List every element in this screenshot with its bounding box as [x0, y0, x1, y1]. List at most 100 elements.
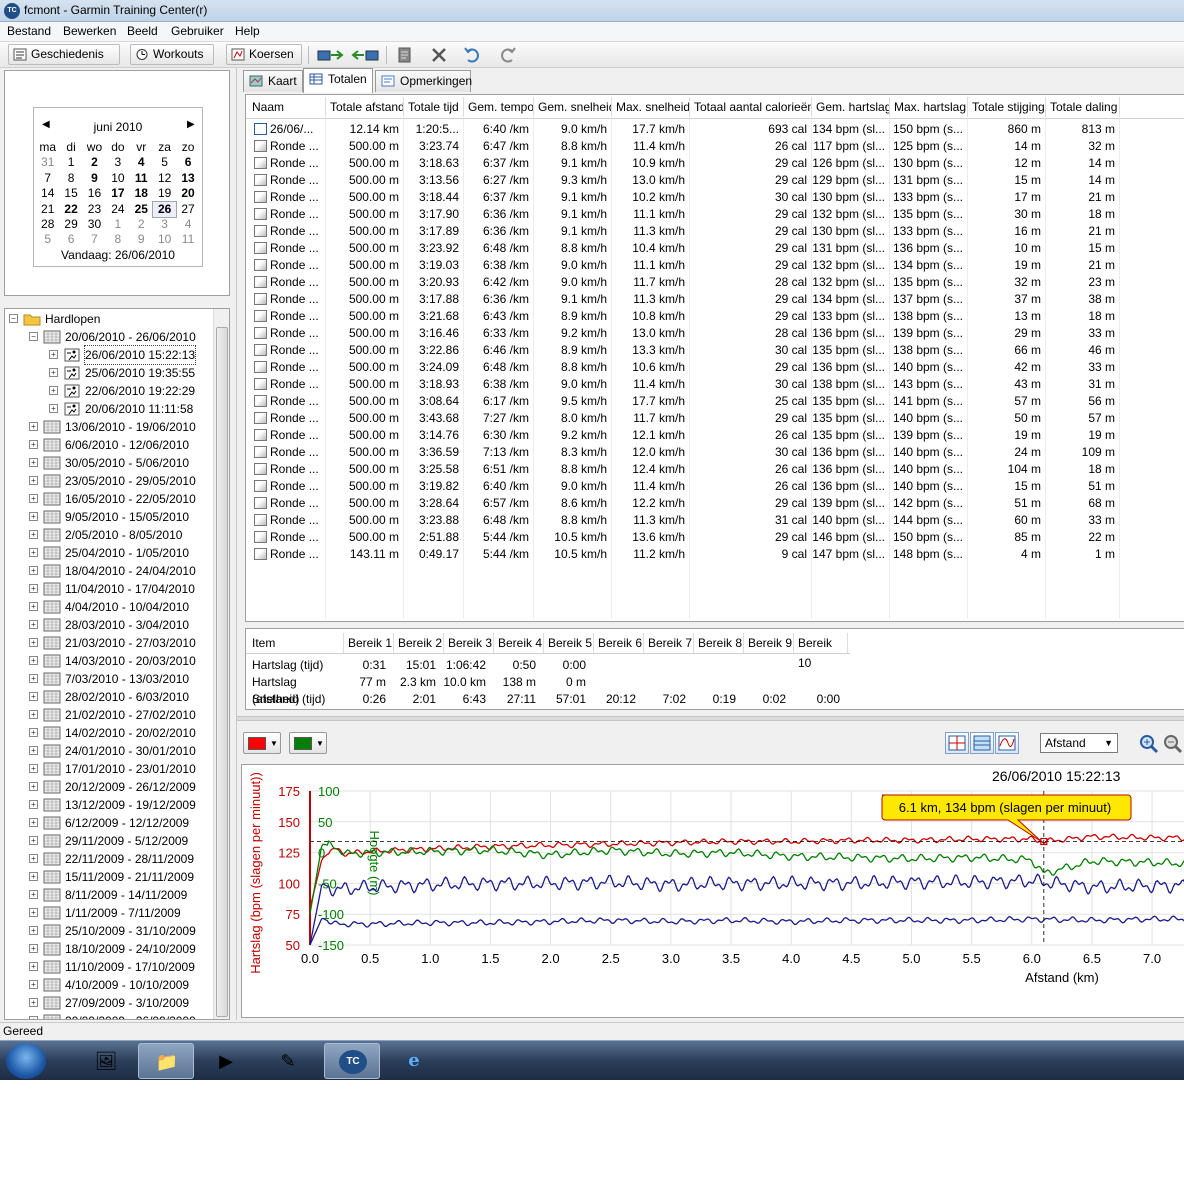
taskbar-app[interactable]: e — [386, 1043, 442, 1079]
column-header[interactable]: Gem. tempo — [464, 97, 534, 117]
tree-week[interactable]: +28/03/2010 - 3/04/2010 — [5, 616, 215, 634]
column-header[interactable]: Naam — [248, 97, 326, 117]
tree-week[interactable]: +7/03/2010 - 13/03/2010 — [5, 670, 215, 688]
calendar-day[interactable]: 7 — [36, 171, 59, 186]
lap-row[interactable]: Ronde ... 500.00 m 3:17.90 6:36 /km 9.1 km/h… — [246, 206, 1184, 223]
column-header[interactable]: Bereik 4 — [494, 633, 544, 653]
expand-icon[interactable]: + — [29, 566, 38, 575]
lap-row[interactable]: Ronde ... 500.00 m 3:18.63 6:37 /km 9.1 km/h… — [246, 155, 1184, 172]
tree-week[interactable]: +17/01/2010 - 23/01/2010 — [5, 760, 215, 778]
calendar-day[interactable]: 21 — [36, 202, 59, 217]
tree-week[interactable]: +18/10/2009 - 24/10/2009 — [5, 940, 215, 958]
tab-notes[interactable]: Opmerkingen — [375, 70, 472, 92]
taskbar-app[interactable]: ✎ — [260, 1043, 316, 1079]
tree-week[interactable]: +6/12/2009 - 12/12/2009 — [5, 814, 215, 832]
lap-row[interactable]: Ronde ... 500.00 m 3:19.03 6:38 /km 9.0 km/h… — [246, 257, 1184, 274]
redo-icon[interactable] — [496, 46, 518, 64]
expand-icon[interactable]: + — [49, 368, 58, 377]
heart-rate-chart[interactable]: 26/06/2010 15:22:13 50 75 100 125 150 175 -150 -… — [242, 765, 1184, 1018]
taskbar-app[interactable]: ▶ — [198, 1043, 254, 1079]
column-header[interactable]: Totale daling — [1046, 97, 1120, 117]
tab-map[interactable]: Kaart — [243, 70, 303, 92]
calendar-day[interactable]: 24 — [106, 202, 129, 217]
expand-icon[interactable]: + — [29, 782, 38, 791]
tree-week[interactable]: +25/04/2010 - 1/05/2010 — [5, 544, 215, 562]
collapse-icon[interactable]: − — [29, 332, 38, 341]
calendar-day[interactable]: 1 — [59, 155, 82, 170]
column-header[interactable]: Totale tijd — [404, 97, 464, 117]
tree-week[interactable]: +20/09/2009 - 26/09/2009 — [5, 1012, 215, 1019]
lap-row[interactable]: Ronde ... 500.00 m 2:51.88 5:44 /km 10.5 km/… — [246, 529, 1184, 546]
start-button[interactable] — [6, 1043, 46, 1079]
column-header[interactable]: Bereik 1 — [344, 633, 394, 653]
column-header[interactable]: Totaal aantal calorieën — [690, 97, 812, 117]
expand-icon[interactable]: + — [29, 854, 38, 863]
lap-row[interactable]: Ronde ... 500.00 m 3:20.93 6:42 /km 9.0 km/h… — [246, 274, 1184, 291]
tree-scrollbar-thumb[interactable] — [216, 327, 228, 1017]
color-picker-1[interactable]: ▼ — [243, 732, 281, 754]
expand-icon[interactable]: + — [29, 638, 38, 647]
lap-row[interactable]: Ronde ... 500.00 m 3:18.44 6:37 /km 9.1 km/h… — [246, 189, 1184, 206]
tree-week[interactable]: +21/03/2010 - 27/03/2010 — [5, 634, 215, 652]
expand-icon[interactable]: + — [29, 818, 38, 827]
expand-icon[interactable]: + — [29, 548, 38, 557]
tree-week[interactable]: +29/11/2009 - 5/12/2009 — [5, 832, 215, 850]
calendar-day[interactable]: 5 — [36, 232, 59, 247]
send-to-device-icon[interactable] — [316, 46, 346, 64]
expand-icon[interactable]: + — [29, 746, 38, 755]
receive-from-device-icon[interactable] — [350, 46, 380, 64]
expand-icon[interactable]: + — [29, 728, 38, 737]
menu-bestand[interactable]: Bestand — [4, 24, 54, 38]
expand-icon[interactable]: + — [29, 908, 38, 917]
column-header[interactable]: Max. snelheid — [612, 97, 690, 117]
column-header[interactable]: Bereik 10 — [794, 633, 848, 670]
tree-activity[interactable]: +22/06/2010 19:22:29 — [5, 382, 215, 400]
calendar-day[interactable]: 11 — [130, 171, 153, 186]
calendar-day[interactable]: 4 — [130, 155, 153, 170]
tree-week[interactable]: +11/10/2009 - 17/10/2009 — [5, 958, 215, 976]
tab-totals[interactable]: Totalen — [303, 68, 373, 93]
expand-icon[interactable]: + — [29, 764, 38, 773]
expand-icon[interactable]: + — [29, 980, 38, 989]
grid-button[interactable] — [970, 732, 994, 754]
calendar-day[interactable]: 8 — [106, 232, 129, 247]
column-header[interactable]: Gem. snelheid — [534, 97, 612, 117]
tree-activity[interactable]: +26/06/2010 15:22:13 — [5, 345, 215, 365]
tree-root-running[interactable]: − Hardlopen — [5, 310, 215, 328]
tree-week[interactable]: +20/12/2009 - 26/12/2009 — [5, 778, 215, 796]
expand-icon[interactable]: + — [29, 872, 38, 881]
tree-week[interactable]: +2/05/2010 - 8/05/2010 — [5, 526, 215, 544]
zoom-out-icon[interactable] — [1163, 734, 1183, 754]
calendar-day[interactable]: 3 — [153, 217, 176, 232]
tree-week[interactable]: − 20/06/2010 - 26/06/2010 — [5, 328, 215, 346]
lap-row[interactable]: Ronde ... 500.00 m 3:17.89 6:36 /km 9.1 km/h… — [246, 223, 1184, 240]
expand-icon[interactable]: + — [29, 674, 38, 683]
lap-row[interactable]: Ronde ... 500.00 m 3:13.56 6:27 /km 9.3 km/h… — [246, 172, 1184, 189]
column-header[interactable]: Totale stijging — [968, 97, 1046, 117]
calendar-day[interactable]: 26 — [151, 200, 178, 218]
column-header[interactable]: Bereik 6 — [594, 633, 644, 653]
column-header[interactable]: Bereik 8 — [694, 633, 744, 653]
calendar-day[interactable]: 13 — [176, 171, 199, 186]
undo-icon[interactable] — [462, 46, 484, 64]
calendar-day[interactable]: 10 — [153, 232, 176, 247]
tree-week[interactable]: +14/02/2010 - 20/02/2010 — [5, 724, 215, 742]
expand-icon[interactable]: + — [29, 512, 38, 521]
tree-week[interactable]: +6/06/2010 - 12/06/2010 — [5, 436, 215, 454]
menu-help[interactable]: Help — [232, 24, 263, 38]
expand-icon[interactable]: + — [29, 584, 38, 593]
calendar-day[interactable]: 5 — [153, 155, 176, 170]
expand-icon[interactable]: + — [29, 530, 38, 539]
lap-row[interactable]: Ronde ... 143.11 m 0:49.17 5:44 /km 10.5 km/… — [246, 546, 1184, 563]
calendar-day[interactable]: 27 — [176, 202, 199, 217]
calendar-day[interactable]: 25 — [130, 202, 153, 217]
expand-icon[interactable]: + — [29, 710, 38, 719]
calendar-day[interactable]: 18 — [130, 186, 153, 201]
tree-week[interactable]: +13/06/2010 - 19/06/2010 — [5, 418, 215, 436]
calendar-day[interactable]: 12 — [153, 171, 176, 186]
expand-icon[interactable]: + — [49, 386, 58, 395]
expand-icon[interactable]: + — [29, 1016, 38, 1019]
courses-button[interactable]: Koersen — [226, 44, 302, 65]
expand-icon[interactable]: + — [29, 692, 38, 701]
expand-icon[interactable]: + — [29, 620, 38, 629]
